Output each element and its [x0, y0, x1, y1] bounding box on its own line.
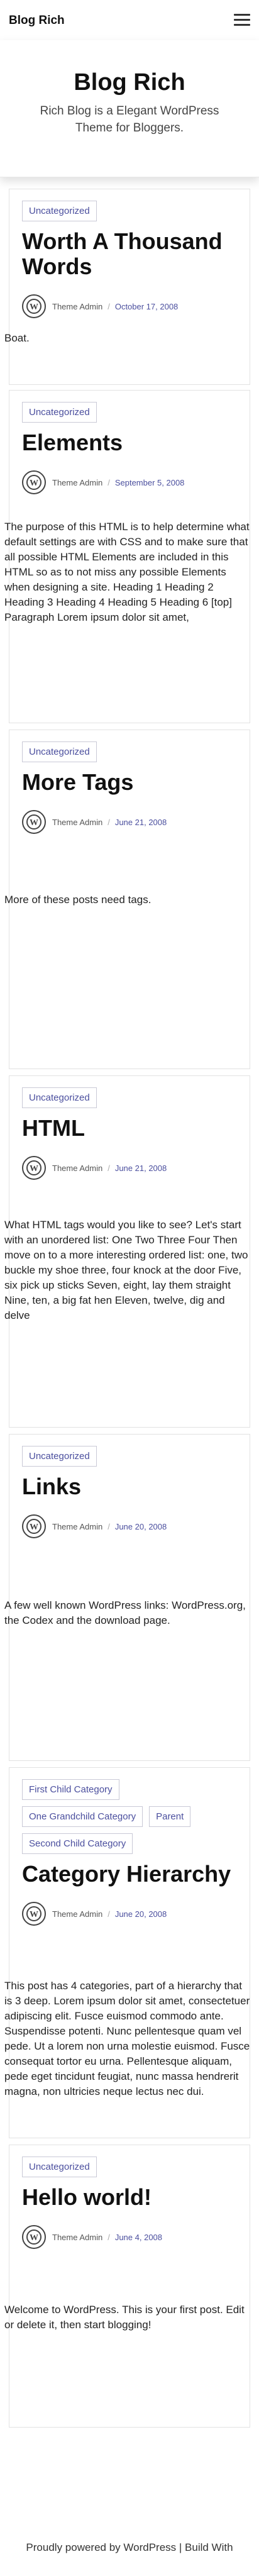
post-categories: Uncategorized: [22, 741, 237, 762]
post-title[interactable]: More Tags: [22, 770, 237, 795]
post-title[interactable]: Links: [22, 1474, 237, 1499]
post-card: Uncategorized Hello world! W Theme Admin…: [4, 2145, 250, 2428]
svg-text:W: W: [30, 2233, 38, 2243]
meta-separator: /: [107, 1163, 110, 1173]
wordpress-avatar-icon: W: [22, 294, 46, 318]
post-author[interactable]: Theme Admin: [52, 818, 102, 827]
hero-description: Rich Blog is a Elegant WordPress Theme f…: [40, 104, 219, 135]
post-title[interactable]: HTML: [22, 1116, 237, 1141]
post-author[interactable]: Theme Admin: [52, 2233, 102, 2242]
post-meta: W Theme Admin / September 5, 2008: [22, 470, 237, 494]
post-excerpt: This post has 4 categories, part of a hi…: [4, 1980, 250, 2097]
post-meta: W Theme Admin / June 21, 2008: [22, 1156, 237, 1180]
meta-separator: /: [107, 477, 110, 487]
post-meta: W Theme Admin / June 4, 2008: [22, 2225, 237, 2249]
wordpress-avatar-icon: W: [22, 1514, 46, 1538]
category-tag[interactable]: One Grandchild Category: [22, 1806, 143, 1827]
wordpress-avatar-icon: W: [22, 470, 46, 494]
hamburger-icon[interactable]: [234, 14, 250, 26]
wordpress-avatar-icon: W: [22, 2225, 46, 2249]
site-title-link[interactable]: Blog Rich: [9, 14, 65, 28]
post-meta: W Theme Admin / June 21, 2008: [22, 810, 237, 834]
post-meta: W Theme Admin / June 20, 2008: [22, 1902, 237, 1926]
post-categories: Uncategorized: [22, 1087, 237, 1108]
category-tag[interactable]: First Child Category: [22, 1779, 119, 1800]
meta-separator: /: [107, 2232, 110, 2242]
svg-text:W: W: [30, 1164, 38, 1174]
post-card: Uncategorized HTML W Theme Admin / June …: [4, 1075, 250, 1428]
post-categories: First Child Category One Grandchild Cate…: [22, 1779, 237, 1854]
hero-banner: Blog Rich Rich Blog is a Elegant WordPre…: [0, 40, 259, 177]
post-date[interactable]: June 20, 2008: [115, 1909, 167, 1919]
post-author[interactable]: Theme Admin: [52, 1522, 102, 1531]
post-title[interactable]: Elements: [22, 430, 237, 455]
post-categories: Uncategorized: [22, 2157, 237, 2177]
post-card: Uncategorized Elements W Theme Admin / S…: [4, 390, 250, 723]
post-excerpt: More of these posts need tags.: [4, 894, 152, 906]
post-excerpt: A few well known WordPress links: WordPr…: [4, 1599, 246, 1626]
post-excerpt: Boat.: [4, 332, 30, 344]
site-footer: Proudly powered by WordPress | Build Wit…: [26, 2541, 233, 2553]
post-author[interactable]: Theme Admin: [52, 302, 102, 311]
wordpress-avatar-icon: W: [22, 810, 46, 834]
meta-separator: /: [107, 301, 110, 311]
post-date[interactable]: June 20, 2008: [115, 1522, 167, 1531]
meta-separator: /: [107, 1909, 110, 1919]
post-excerpt: Welcome to WordPress. This is your first…: [4, 2304, 245, 2331]
meta-separator: /: [107, 817, 110, 827]
post-meta: W Theme Admin / October 17, 2008: [22, 294, 237, 318]
post-card: Uncategorized More Tags W Theme Admin / …: [4, 730, 250, 1069]
post-meta: W Theme Admin / June 20, 2008: [22, 1514, 237, 1538]
category-tag[interactable]: Second Child Category: [22, 1833, 133, 1854]
post-categories: Uncategorized: [22, 402, 237, 423]
post-date[interactable]: September 5, 2008: [115, 478, 185, 487]
category-tag[interactable]: Uncategorized: [22, 1446, 97, 1467]
post-card: Uncategorized Links W Theme Admin / June…: [4, 1434, 250, 1761]
svg-text:W: W: [30, 479, 38, 488]
svg-text:W: W: [30, 303, 38, 312]
post-categories: Uncategorized: [22, 201, 237, 221]
post-author[interactable]: Theme Admin: [52, 478, 102, 487]
category-tag[interactable]: Parent: [149, 1806, 191, 1827]
hero-title: Blog Rich: [74, 69, 185, 96]
post-excerpt: What HTML tags would you like to see? Le…: [4, 1219, 248, 1321]
svg-text:W: W: [30, 818, 38, 828]
category-tag[interactable]: Uncategorized: [22, 1087, 97, 1108]
meta-separator: /: [107, 1521, 110, 1531]
category-tag[interactable]: Uncategorized: [22, 741, 97, 762]
post-title[interactable]: Category Hierarchy: [22, 1862, 237, 1887]
top-bar: Blog Rich: [0, 0, 259, 40]
post-date[interactable]: June 21, 2008: [115, 818, 167, 827]
post-title[interactable]: Hello world!: [22, 2185, 237, 2210]
post-categories: Uncategorized: [22, 1446, 237, 1467]
post-card: First Child Category One Grandchild Cate…: [4, 1767, 250, 2138]
wordpress-avatar-icon: W: [22, 1156, 46, 1180]
post-excerpt: The purpose of this HTML is to help dete…: [4, 521, 250, 623]
svg-text:W: W: [30, 1523, 38, 1532]
category-tag[interactable]: Uncategorized: [22, 402, 97, 423]
post-card: Uncategorized Worth A Thousand Words W T…: [4, 189, 250, 385]
svg-text:W: W: [30, 1910, 38, 1919]
wordpress-avatar-icon: W: [22, 1902, 46, 1926]
category-tag[interactable]: Uncategorized: [22, 201, 97, 221]
post-date[interactable]: October 17, 2008: [115, 302, 178, 311]
post-title[interactable]: Worth A Thousand Words: [22, 229, 237, 279]
post-date[interactable]: June 4, 2008: [115, 2233, 162, 2242]
post-author[interactable]: Theme Admin: [52, 1163, 102, 1173]
category-tag[interactable]: Uncategorized: [22, 2157, 97, 2177]
post-date[interactable]: June 21, 2008: [115, 1163, 167, 1173]
post-author[interactable]: Theme Admin: [52, 1909, 102, 1919]
